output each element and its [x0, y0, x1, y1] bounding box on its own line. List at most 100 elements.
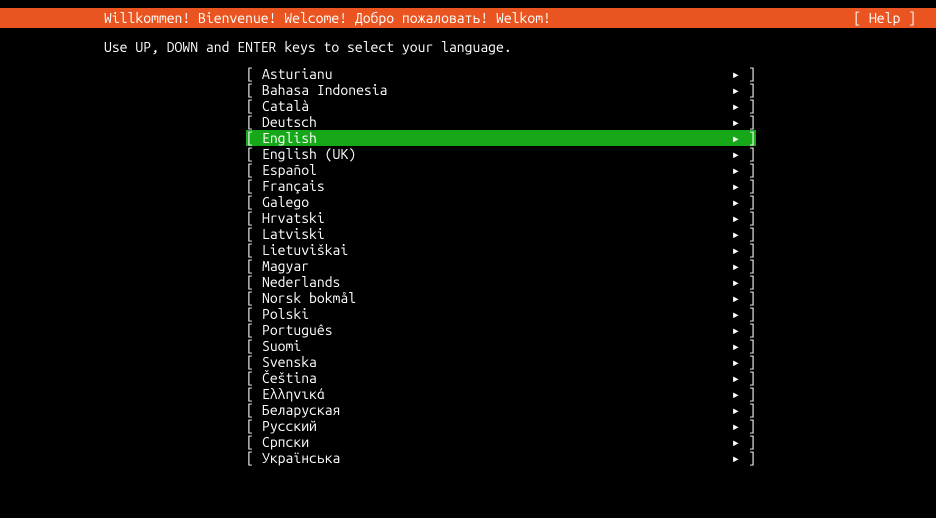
bracket-close: ] [740, 371, 756, 385]
header-title: Willkommen! Bienvenue! Welcome! Добро по… [18, 11, 551, 25]
bracket-open: [ [246, 275, 262, 289]
bracket-open: [ [246, 451, 262, 465]
language-label: Hrvatski [262, 211, 724, 225]
bracket-close: ] [740, 451, 756, 465]
bracket-open: [ [246, 83, 262, 97]
language-label: Bahasa Indonesia [262, 83, 724, 97]
bracket-open: [ [246, 339, 262, 353]
language-item[interactable]: [ English (UK)▸ ] [246, 146, 756, 162]
chevron-right-icon: ▸ [724, 275, 740, 289]
language-item[interactable]: [ Српски▸ ] [246, 434, 756, 450]
language-label: Galego [262, 195, 724, 209]
chevron-right-icon: ▸ [724, 83, 740, 97]
bracket-close: ] [740, 179, 756, 193]
chevron-right-icon: ▸ [724, 211, 740, 225]
language-item[interactable]: [ Čeština▸ ] [246, 370, 756, 386]
chevron-right-icon: ▸ [724, 339, 740, 353]
bracket-open: [ [246, 243, 262, 257]
bracket-open: [ [246, 403, 262, 417]
language-label: Polski [262, 307, 724, 321]
language-item[interactable]: [ Українська▸ ] [246, 450, 756, 466]
chevron-right-icon: ▸ [724, 419, 740, 433]
language-label: Svenska [262, 355, 724, 369]
bracket-close: ] [740, 243, 756, 257]
language-label: English (UK) [262, 147, 724, 161]
language-label: Latviski [262, 227, 724, 241]
bracket-close: ] [740, 131, 756, 145]
chevron-right-icon: ▸ [724, 99, 740, 113]
language-item[interactable]: [ Русский▸ ] [246, 418, 756, 434]
help-button[interactable]: [ Help ] [853, 11, 918, 25]
bracket-close: ] [740, 211, 756, 225]
language-item[interactable]: [ Ελληνικά▸ ] [246, 386, 756, 402]
language-label: Lietuviškai [262, 243, 724, 257]
language-item[interactable]: [ Latviski▸ ] [246, 226, 756, 242]
language-label: Ελληνικά [262, 387, 724, 401]
bracket-open: [ [246, 115, 262, 129]
language-item[interactable]: [ Lietuviškai▸ ] [246, 242, 756, 258]
bracket-close: ] [740, 435, 756, 449]
chevron-right-icon: ▸ [724, 227, 740, 241]
chevron-right-icon: ▸ [724, 195, 740, 209]
bracket-open: [ [246, 179, 262, 193]
language-item[interactable]: [ Беларуская▸ ] [246, 402, 756, 418]
language-item[interactable]: [ Deutsch▸ ] [246, 114, 756, 130]
language-item[interactable]: [ Bahasa Indonesia▸ ] [246, 82, 756, 98]
chevron-right-icon: ▸ [724, 147, 740, 161]
language-item[interactable]: [ Suomi▸ ] [246, 338, 756, 354]
language-item[interactable]: [ Hrvatski▸ ] [246, 210, 756, 226]
language-label: Português [262, 323, 724, 337]
language-item[interactable]: [ Galego▸ ] [246, 194, 756, 210]
language-item[interactable]: [ Català▸ ] [246, 98, 756, 114]
chevron-right-icon: ▸ [724, 179, 740, 193]
language-item[interactable]: [ Español▸ ] [246, 162, 756, 178]
chevron-right-icon: ▸ [724, 323, 740, 337]
chevron-right-icon: ▸ [724, 435, 740, 449]
chevron-right-icon: ▸ [724, 163, 740, 177]
language-label: English [262, 131, 724, 145]
language-label: Suomi [262, 339, 724, 353]
chevron-right-icon: ▸ [724, 115, 740, 129]
bracket-close: ] [740, 115, 756, 129]
bracket-close: ] [740, 147, 756, 161]
bracket-open: [ [246, 67, 262, 81]
language-item[interactable]: [ Magyar▸ ] [246, 258, 756, 274]
bracket-close: ] [740, 291, 756, 305]
chevron-right-icon: ▸ [724, 451, 740, 465]
language-list: [ Asturianu▸ ][ Bahasa Indonesia▸ ][ Cat… [0, 66, 936, 466]
instruction-text: Use UP, DOWN and ENTER keys to select yo… [0, 28, 936, 66]
language-label: Norsk bokmål [262, 291, 724, 305]
bracket-open: [ [246, 291, 262, 305]
language-item[interactable]: [ Norsk bokmål▸ ] [246, 290, 756, 306]
chevron-right-icon: ▸ [724, 387, 740, 401]
bracket-open: [ [246, 323, 262, 337]
chevron-right-icon: ▸ [724, 355, 740, 369]
bracket-close: ] [740, 67, 756, 81]
bracket-open: [ [246, 259, 262, 273]
chevron-right-icon: ▸ [724, 259, 740, 273]
language-label: Català [262, 99, 724, 113]
bracket-open: [ [246, 195, 262, 209]
bracket-open: [ [246, 307, 262, 321]
language-label: Deutsch [262, 115, 724, 129]
bracket-open: [ [246, 419, 262, 433]
language-item[interactable]: [ Français▸ ] [246, 178, 756, 194]
bracket-close: ] [740, 387, 756, 401]
bracket-open: [ [246, 131, 262, 145]
bracket-close: ] [740, 195, 756, 209]
chevron-right-icon: ▸ [724, 403, 740, 417]
language-item[interactable]: [ Nederlands▸ ] [246, 274, 756, 290]
bracket-open: [ [246, 435, 262, 449]
language-item[interactable]: [ English▸ ] [246, 130, 756, 146]
language-item[interactable]: [ Português▸ ] [246, 322, 756, 338]
language-item[interactable]: [ Svenska▸ ] [246, 354, 756, 370]
bracket-open: [ [246, 355, 262, 369]
chevron-right-icon: ▸ [724, 371, 740, 385]
language-item[interactable]: [ Asturianu▸ ] [246, 66, 756, 82]
language-item[interactable]: [ Polski▸ ] [246, 306, 756, 322]
bracket-close: ] [740, 307, 756, 321]
chevron-right-icon: ▸ [724, 243, 740, 257]
chevron-right-icon: ▸ [724, 307, 740, 321]
bracket-close: ] [740, 419, 756, 433]
language-label: Magyar [262, 259, 724, 273]
